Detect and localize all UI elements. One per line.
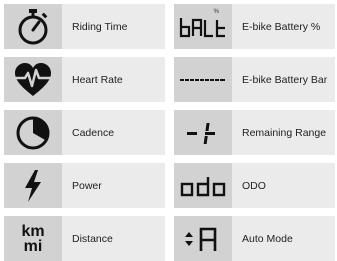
display-field-legend: Riding Time % E-bike Battery % Heart Rat…: [4, 4, 335, 261]
item-ebike-battery-bar: E-bike Battery Bar: [174, 57, 335, 102]
ebike-battery-percent-label: E-bike Battery %: [242, 20, 321, 33]
ebike-battery-bar-label: E-bike Battery Bar: [242, 73, 328, 86]
battery-bar-segment-icon: [174, 57, 232, 102]
distance-unit-km: km: [21, 222, 45, 240]
stopwatch-icon: [4, 4, 62, 49]
riding-time-label: Riding Time: [72, 20, 128, 33]
distance-units-icon: km mi: [4, 216, 62, 261]
power-label: Power: [72, 179, 102, 192]
item-odo: ODO: [174, 163, 335, 208]
odo-segment-icon: [174, 163, 232, 208]
auto-mode-icon: [174, 216, 232, 261]
auto-mode-label: Auto Mode: [242, 232, 293, 245]
distance-unit-mi: mi: [23, 237, 43, 255]
distance-label: Distance: [72, 232, 113, 245]
odo-label: ODO: [242, 179, 266, 192]
item-distance: km mi Distance: [4, 216, 165, 261]
item-ebike-battery-percent: % E-bike Battery %: [174, 4, 335, 49]
cadence-label: Cadence: [72, 126, 115, 139]
heart-rate-label: Heart Rate: [72, 73, 123, 86]
remaining-range-segment-icon: [174, 110, 232, 155]
item-power: Power: [4, 163, 165, 208]
percent-sign: %: [213, 9, 219, 15]
cadence-icon: [4, 110, 62, 155]
item-auto-mode: Auto Mode: [174, 216, 335, 261]
item-cadence: Cadence: [4, 110, 165, 155]
item-riding-time: Riding Time: [4, 4, 165, 49]
battery-percent-segment-icon: %: [174, 4, 232, 49]
lightning-icon: [4, 163, 62, 208]
item-heart-rate: Heart Rate: [4, 57, 165, 102]
heart-rate-icon: [4, 57, 62, 102]
remaining-range-label: Remaining Range: [242, 126, 327, 139]
item-remaining-range: Remaining Range: [174, 110, 335, 155]
